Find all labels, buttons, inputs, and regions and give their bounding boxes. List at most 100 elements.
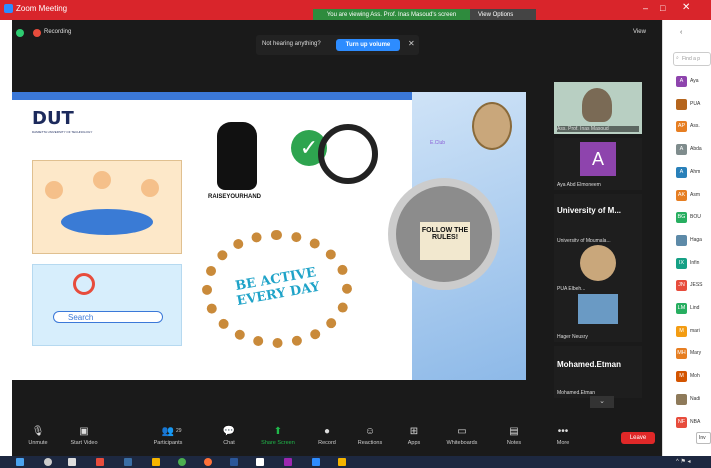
whiteboard-icon: ▭	[457, 426, 467, 437]
windows-start-icon[interactable]	[16, 458, 24, 466]
thumb-video[interactable]: Ass. Prof. Inas Masoud	[554, 82, 642, 134]
leave-button[interactable]: Leave	[621, 432, 655, 444]
view-button[interactable]: View	[633, 29, 646, 35]
thumb-video[interactable]: University of M... University of Mpumala…	[554, 194, 642, 246]
participants-count: 29	[176, 428, 182, 434]
thumb-video[interactable]: Mohamed.Etman Mohamed.Etman	[554, 346, 642, 398]
file-explorer-icon[interactable]	[152, 458, 160, 466]
participant-row[interactable]: A Abda	[676, 143, 710, 156]
app-icon[interactable]	[284, 458, 292, 466]
participant-row[interactable]: BG BOU	[676, 211, 710, 224]
search-placeholder: Find a p	[682, 56, 701, 62]
participant-name: Asm	[690, 191, 700, 198]
shield-icon[interactable]	[16, 29, 24, 37]
participant-row[interactable]: LM Lind	[676, 302, 710, 315]
participant-name: Haga	[690, 236, 702, 243]
recording-label: Recording	[44, 29, 72, 35]
participant-row[interactable]: Haga	[676, 234, 710, 247]
chrome-icon[interactable]	[178, 458, 186, 466]
avatar: M	[676, 325, 687, 337]
whiteboards-button[interactable]: ▭ Whiteboards	[442, 426, 482, 446]
system-tray[interactable]: ^ ⚑ ◂	[676, 458, 691, 465]
dut-logo: DUT	[32, 108, 74, 129]
start-video-button[interactable]: ▣ Start Video	[64, 426, 104, 446]
participant-row[interactable]: IX Infin	[676, 257, 710, 270]
follow-rules-text: FOLLOW THE RULES!	[420, 222, 470, 260]
share-screen-button[interactable]: ⬆ Share Screen	[258, 426, 298, 446]
notice-close-icon[interactable]: ✕	[408, 39, 415, 48]
notes-button[interactable]: ▤ Notes	[494, 426, 534, 446]
app-icon[interactable]	[124, 458, 132, 466]
participant-row[interactable]: NF NBA	[676, 416, 710, 429]
chat-icon: 💬	[222, 426, 236, 437]
unmute-button[interactable]: 🎙 Unmute	[18, 426, 58, 446]
apps-button[interactable]: ⊞ Apps	[394, 426, 434, 446]
avatar: AK	[676, 189, 687, 201]
thumb-video[interactable]: A Aya Abd Elmoneem	[554, 138, 642, 190]
participant-name: mari	[690, 327, 700, 334]
thumb-label: Aya Abd Elmoneem	[557, 182, 601, 188]
whiteboards-label: Whiteboards	[446, 440, 478, 446]
participant-row[interactable]: A Ahm	[676, 166, 710, 179]
avatar: IX	[676, 257, 687, 269]
participant-name: Lind	[690, 305, 700, 311]
participant-row[interactable]: Mmari	[676, 325, 710, 338]
firefox-icon[interactable]	[204, 458, 212, 466]
notes-label: Notes	[506, 440, 522, 446]
invite-button[interactable]: Inv	[696, 432, 711, 444]
more-label: More	[556, 440, 570, 446]
thumb-video[interactable]: PUA Elbeh...	[554, 242, 642, 294]
avatar	[676, 98, 687, 110]
participant-row[interactable]: M Moh	[676, 370, 710, 383]
app-icon[interactable]	[96, 458, 104, 466]
maximize-icon[interactable]: □	[660, 3, 665, 13]
share-screen-icon: ⬆	[273, 426, 283, 437]
turn-up-volume-button[interactable]: Turn up volume	[336, 39, 400, 51]
avatar: JN	[676, 280, 687, 292]
task-view-icon[interactable]	[68, 458, 76, 466]
participant-name: Infin	[690, 259, 700, 266]
word-icon[interactable]	[230, 458, 238, 466]
participant-row[interactable]: PUA	[676, 98, 710, 111]
chat-button[interactable]: 💬 Chat	[209, 426, 249, 446]
search-bar-graphic: Search	[53, 311, 163, 323]
participants-icon: 👥	[161, 426, 175, 437]
scroll-down-icon[interactable]: ⌄	[590, 396, 614, 408]
kid-head	[93, 171, 111, 189]
participant-row[interactable]: MH Mary	[676, 347, 710, 360]
panel-chevron-icon[interactable]: ‹	[680, 29, 682, 36]
app-icon[interactable]	[256, 458, 264, 466]
more-icon: •••	[557, 426, 569, 437]
participant-row[interactable]: AK Asm	[676, 189, 710, 202]
clock-icon	[318, 124, 378, 184]
participant-photo	[578, 294, 618, 324]
participant-name: Aya	[690, 78, 699, 84]
minimize-icon[interactable]: –	[643, 3, 648, 13]
record-icon: ●	[323, 426, 331, 437]
mic-off-icon: 🎙	[31, 426, 45, 437]
more-button[interactable]: ••• More	[543, 426, 583, 446]
close-icon[interactable]: ✕	[682, 2, 690, 13]
participant-row[interactable]: Nadi	[676, 393, 710, 406]
participants-button[interactable]: 👥 Participants	[148, 426, 188, 446]
search-icon[interactable]	[44, 458, 52, 466]
thumb-video[interactable]: Hager Neusry	[554, 290, 642, 342]
app-icon[interactable]	[338, 458, 346, 466]
table-shape	[61, 209, 153, 235]
audio-notice: Not hearing anything? Turn up volume ✕	[256, 35, 419, 55]
university-seal	[580, 245, 616, 281]
notes-icon: ▤	[509, 426, 519, 437]
search-icon: ⌕	[676, 55, 679, 61]
participant-name: PUA	[690, 100, 701, 107]
participant-row[interactable]: A Aya	[676, 75, 710, 88]
participant-name: JESS	[690, 282, 703, 289]
reactions-button[interactable]: ☺ Reactions	[350, 426, 390, 446]
unmute-label: Unmute	[28, 440, 48, 446]
participant-row[interactable]: AP Ass.	[676, 120, 710, 133]
record-button[interactable]: ● Record	[307, 426, 347, 446]
avatar: BG	[676, 212, 687, 224]
search-illustration: Search	[32, 264, 182, 346]
thumb-title: University of M...	[557, 206, 622, 215]
zoom-taskbar-icon[interactable]	[312, 458, 320, 466]
participant-row[interactable]: JN JESS	[676, 279, 710, 292]
